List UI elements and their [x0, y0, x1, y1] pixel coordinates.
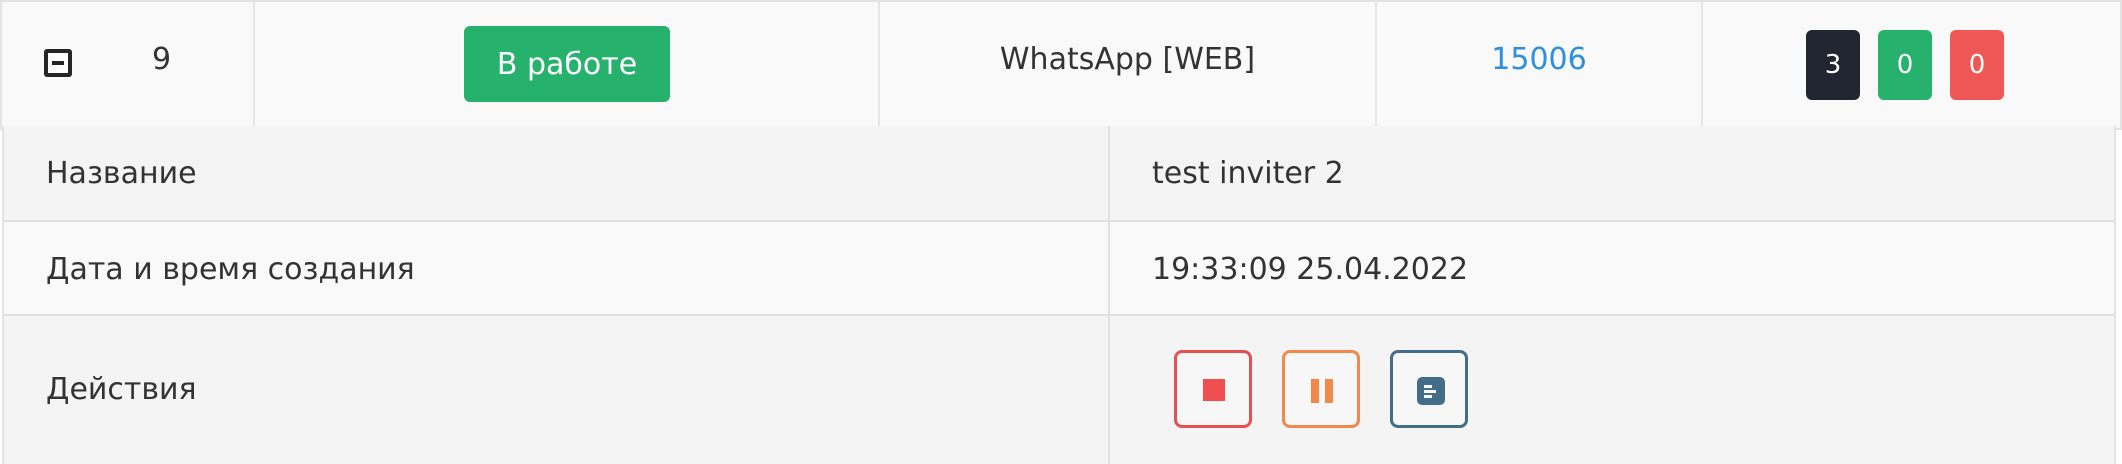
name-label: Название: [46, 156, 197, 191]
detail-row-name: Название test inviter 2: [4, 126, 2114, 222]
detail-value-cell: test inviter 2: [1110, 126, 2114, 220]
collapse-minus-icon[interactable]: [44, 49, 72, 77]
stop-button[interactable]: [1174, 350, 1252, 428]
status-button[interactable]: В работе: [464, 26, 670, 102]
details-table: Название test inviter 2 Дата и время соз…: [2, 126, 2116, 464]
counters-cell: 3 0 0: [1703, 2, 2120, 128]
row-number-cell: 9: [2, 2, 255, 128]
name-value: test inviter 2: [1152, 156, 1344, 191]
counter-total-badge: 3: [1806, 30, 1860, 100]
log-button[interactable]: [1390, 350, 1468, 428]
stop-icon: [1203, 379, 1225, 401]
detail-value-cell: 19:33:09 25.04.2022: [1110, 222, 2114, 314]
channel-label: WhatsApp [WEB]: [999, 42, 1256, 77]
row-number: 9: [152, 42, 172, 77]
detail-label-cell: Дата и время создания: [4, 222, 1110, 314]
detail-row-created: Дата и время создания 19:33:09 25.04.202…: [4, 222, 2114, 316]
task-summary-row: 9 В работе WhatsApp [WEB] 15006 3 0 0: [0, 0, 2122, 130]
detail-label-cell: Действия: [4, 316, 1110, 464]
channel-cell: WhatsApp [WEB]: [880, 2, 1377, 128]
counter-error-badge: 0: [1950, 30, 2004, 100]
created-label: Дата и время создания: [46, 252, 415, 287]
actions-label: Действия: [46, 372, 197, 407]
status-cell: В работе: [255, 2, 880, 128]
pause-button[interactable]: [1282, 350, 1360, 428]
document-icon: [1417, 377, 1445, 405]
detail-label-cell: Название: [4, 126, 1110, 220]
id-cell: 15006: [1377, 2, 1703, 128]
detail-row-actions: Действия: [4, 316, 2114, 464]
task-id-link[interactable]: 15006: [1377, 42, 1701, 77]
created-value: 19:33:09 25.04.2022: [1152, 252, 1469, 287]
pause-icon: [1311, 379, 1319, 403]
counter-success-badge: 0: [1878, 30, 1932, 100]
task-detail-panel: 9 В работе WhatsApp [WEB] 15006 3 0 0 На…: [0, 0, 2122, 464]
detail-value-cell: [1110, 316, 2114, 464]
